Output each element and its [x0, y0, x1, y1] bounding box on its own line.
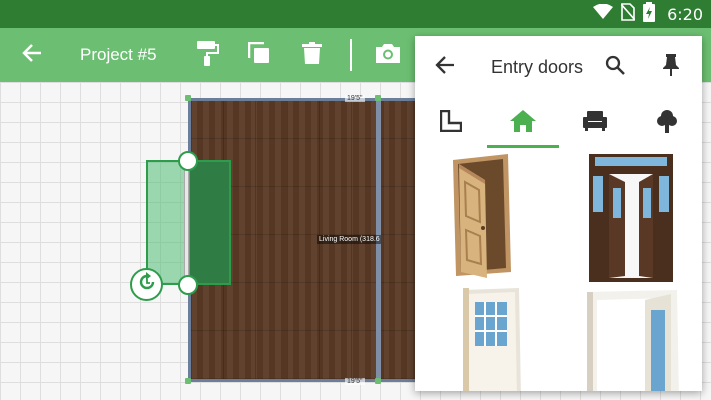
tab-furniture[interactable] — [559, 98, 630, 148]
category-tabs — [415, 98, 702, 148]
corner-marker — [375, 95, 381, 101]
pin-button[interactable] — [649, 45, 693, 89]
battery-icon — [643, 1, 656, 27]
tree-icon — [656, 109, 678, 138]
pin-icon — [663, 53, 679, 81]
clock: 6:20 — [667, 4, 703, 24]
resize-handle-top[interactable] — [178, 151, 198, 171]
door-catalog-grid — [415, 152, 702, 391]
arrow-back-icon — [22, 43, 42, 68]
status-bar: 6:20 — [0, 0, 711, 28]
tab-home[interactable] — [487, 98, 558, 148]
delete-button[interactable] — [290, 28, 334, 82]
copy-button[interactable] — [237, 28, 281, 82]
paint-button[interactable] — [185, 28, 229, 82]
room-label[interactable]: Living Room (318.6 — [317, 235, 381, 244]
rotate-button[interactable] — [130, 268, 163, 301]
dimension-label: 19'5" — [345, 95, 365, 102]
catalog-back-button[interactable] — [423, 45, 467, 89]
door-panel — [190, 162, 229, 283]
project-title: Project #5 — [80, 45, 157, 64]
tab-outdoor[interactable] — [631, 98, 702, 148]
copy-icon — [247, 41, 270, 69]
catalog-title: Entry doors — [491, 57, 584, 77]
double-glazed-door[interactable] — [565, 152, 695, 282]
door-frame — [184, 166, 189, 278]
camera-button[interactable] — [366, 28, 410, 82]
back-button[interactable] — [10, 28, 54, 82]
resize-handle-bottom[interactable] — [178, 275, 198, 295]
white-glass-door[interactable] — [423, 288, 553, 391]
search-icon — [605, 55, 625, 80]
white-open-door[interactable] — [565, 288, 695, 391]
delete-icon — [302, 41, 322, 69]
tab-floor-plan[interactable] — [415, 98, 486, 148]
dimension-label: 19'5" — [345, 378, 365, 385]
wooden-panel-door[interactable] — [423, 152, 553, 282]
corner-marker — [185, 378, 191, 384]
catalog-panel: Entry doors — [415, 36, 702, 391]
paint-roller-icon — [195, 40, 219, 71]
no-sim-icon — [620, 2, 636, 26]
catalog-header: Entry doors — [415, 36, 702, 98]
corner-marker — [375, 378, 381, 384]
wifi-icon — [593, 3, 614, 25]
active-tab-indicator — [487, 145, 559, 148]
corner-marker — [185, 95, 191, 101]
camera-icon — [376, 43, 400, 68]
search-button[interactable] — [593, 45, 637, 89]
arrow-back-icon — [435, 55, 455, 80]
rotate-icon — [137, 272, 157, 297]
floor-plan-icon — [439, 109, 462, 137]
toolbar-divider — [350, 39, 352, 71]
sofa-icon — [582, 110, 607, 136]
home-icon — [509, 109, 536, 137]
